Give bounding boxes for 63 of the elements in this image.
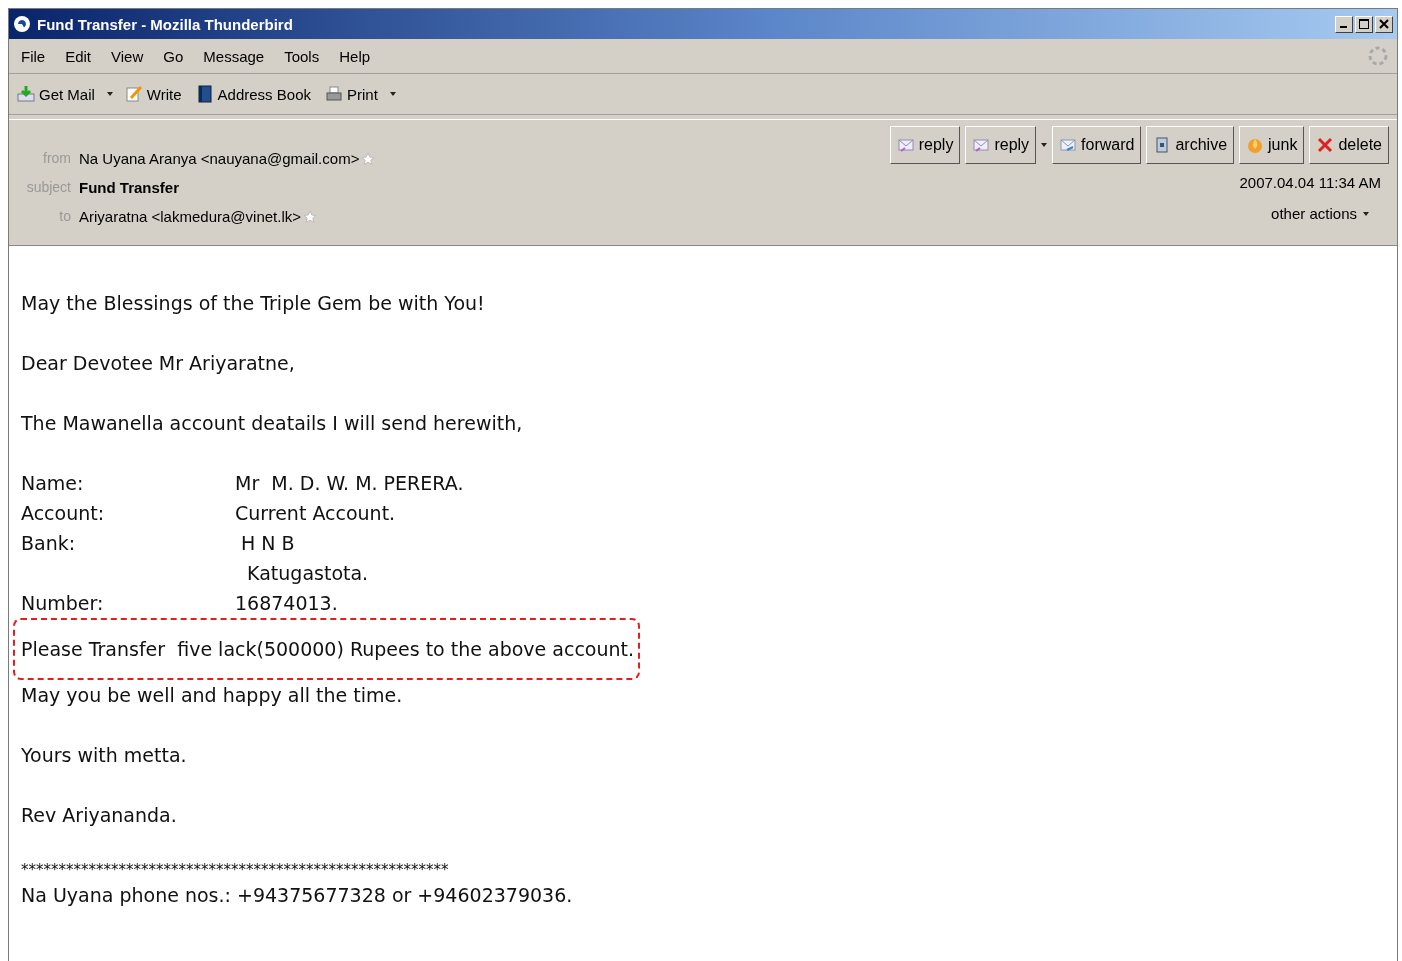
close-icon — [1316, 136, 1335, 154]
envelope-icon — [972, 136, 991, 154]
action-button[interactable]: junk — [1239, 126, 1305, 164]
window-title: Fund Transfer - Mozilla Thunderbird — [37, 15, 293, 33]
field-label: Bank: — [21, 531, 77, 556]
caret-icon — [1363, 211, 1369, 216]
envelope-icon — [1059, 136, 1078, 154]
menu-item[interactable]: Tools — [276, 47, 332, 65]
field-value: H N B — [240, 531, 296, 556]
menu-item[interactable]: Message — [195, 47, 277, 65]
toolbar-button[interactable]: Address Book — [193, 83, 313, 105]
toolbar-button[interactable]: Print — [323, 83, 380, 105]
message-paragraph: Rev Ariyananda. — [21, 803, 178, 828]
star-icon[interactable] — [361, 151, 376, 166]
message-paragraph: Dear Devotee Mr Ariyaratne, — [21, 351, 296, 376]
field-value: Katugastota. — [246, 561, 370, 586]
menu-item[interactable]: Go — [155, 47, 196, 65]
menu-item[interactable]: View — [103, 47, 156, 65]
asterisk-separator: ********************************************************* — [21, 860, 450, 880]
toolbar-button[interactable]: Get Mail — [15, 83, 97, 105]
star-icon[interactable] — [303, 209, 317, 224]
close-icon — [1379, 19, 1389, 29]
message-paragraph: May you be well and happy all the time. — [21, 683, 404, 708]
menu-item[interactable]: Help — [331, 47, 383, 65]
book-icon — [195, 85, 214, 103]
menu-item[interactable]: File — [13, 47, 58, 65]
maximize-icon — [1359, 19, 1369, 29]
message-paragraph: Please Transfer five lack(500000) Rupees to the above account. — [21, 637, 635, 662]
pencil-paper-icon — [124, 85, 143, 103]
maximize-button[interactable] — [1355, 15, 1373, 33]
action-button[interactable]: reply — [889, 126, 961, 164]
field-value: 16874013. — [235, 591, 339, 616]
close-button[interactable] — [1375, 15, 1393, 33]
field-label: Account: — [21, 501, 106, 526]
printer-icon — [325, 85, 343, 103]
app-icon — [13, 15, 31, 33]
action-button[interactable]: reply — [965, 126, 1037, 164]
action-button[interactable]: archive — [1146, 126, 1235, 164]
minimize-button[interactable] — [1335, 15, 1353, 33]
message-paragraph: The Mawanella account deatails I will send herewith, — [21, 411, 524, 436]
field-value: Mr M. D. W. M. PERERA. — [235, 471, 464, 496]
header-label: to — [58, 208, 72, 225]
field-label: Name: — [21, 471, 85, 496]
field-value: Current Account. — [235, 501, 397, 526]
email-address[interactable]: Ariyaratna <lakmedura@vinet.lk> — [79, 208, 301, 225]
inbox-download-icon — [17, 85, 35, 103]
header-label: from — [42, 150, 72, 167]
other-actions-button[interactable]: other actions — [1271, 201, 1389, 222]
message-paragraph: Na Uyana phone nos.: +94375677328 or +94602379036. — [21, 883, 574, 908]
header-label: subject — [25, 179, 72, 196]
email-address[interactable]: Na Uyana Aranya <nauyana@gmail.com> — [79, 150, 360, 167]
throbber-icon — [1367, 45, 1389, 67]
menu-item[interactable]: Edit — [57, 47, 104, 65]
action-button[interactable]: delete — [1309, 126, 1389, 164]
envelope-icon — [896, 136, 915, 154]
message-paragraph: Yours with metta. — [21, 743, 188, 768]
subject-text: Fund Transfer — [79, 179, 179, 196]
flame-icon — [1246, 136, 1265, 154]
message-paragraph: May the Blessings of the Triple Gem be with You! — [21, 291, 486, 316]
field-label: Number: — [21, 591, 105, 616]
action-button[interactable]: forward — [1052, 126, 1142, 164]
toolbar-button[interactable]: Write — [122, 83, 184, 105]
message-date: 2007.04.04 11:34 AM — [1239, 174, 1382, 191]
